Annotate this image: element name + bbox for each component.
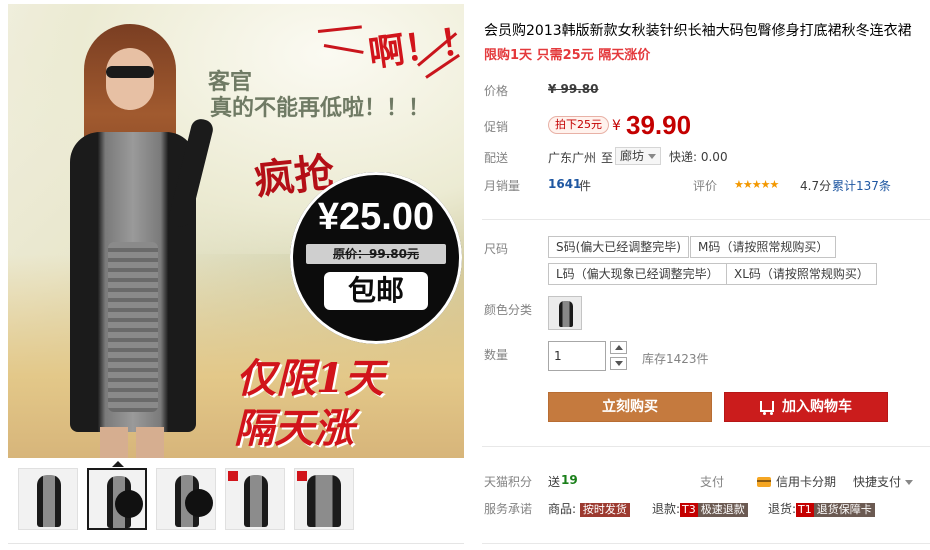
promo-tag: 拍下25元 [548, 116, 609, 134]
model-figure [48, 22, 218, 458]
thumbnail-price-badge [115, 490, 143, 518]
service-goods-badge: 按时发货 [579, 503, 630, 517]
original-price: ¥ 99.80 [548, 82, 599, 96]
size-label: 尺码 [484, 242, 509, 256]
service-goods: 商品: 按时发货 [548, 500, 630, 517]
size-option-xl[interactable]: XL码（请按照常规购买） [726, 263, 877, 285]
buy-now-button[interactable]: 立刻购买 [548, 392, 712, 422]
quantity-label: 数量 [484, 348, 509, 362]
rating-label: 评价 [693, 179, 718, 193]
service-return-label: 退货: [768, 502, 797, 516]
rating-total-link[interactable]: 累计137条 [832, 177, 891, 194]
color-label: 颜色分类 [484, 303, 533, 317]
thumbnail-price-badge [185, 489, 213, 517]
promo-price: ¥25.00 [317, 196, 435, 238]
thumbnail-dress [37, 475, 61, 527]
divider [8, 543, 464, 544]
credit-card-icon [757, 477, 771, 487]
product-detail-panel: 会员购2013韩版新款女秋装针织长袖大码包臀修身打底裙秋冬连衣裙 限购1天 只需… [482, 0, 930, 550]
color-swatch[interactable] [548, 296, 582, 330]
product-subtitle: 限购1天 只需25元 隔天涨价 [484, 48, 651, 63]
size-option-l[interactable]: L码（偏大现象已经调整完毕） [548, 263, 727, 285]
quantity-increase-button[interactable] [610, 341, 627, 354]
thumbnail-3[interactable] [156, 468, 216, 530]
active-thumbnail-indicator [112, 461, 124, 467]
quantity-decrease-button[interactable] [610, 357, 627, 370]
service-refund-code: T3 [680, 503, 698, 517]
service-return-code: T1 [796, 503, 814, 517]
divider [482, 446, 930, 447]
thumbnail-dress [244, 475, 268, 527]
promo-text-price-up: 隔天涨价！！ [234, 405, 354, 452]
promo-text-dijia: 真的不能再低啦！！！ [210, 95, 431, 121]
sales-count: 1641 [548, 177, 582, 191]
thumbnail-strip [18, 468, 458, 532]
rating-score: 4.7分 [800, 179, 832, 193]
swatch-dress [559, 301, 573, 327]
service-label: 服务承诺 [484, 502, 533, 516]
promo-original-price: 原价：99.80元 [306, 244, 446, 264]
thumbnail-tag [228, 471, 238, 481]
payment-label: 支付 [700, 475, 725, 489]
credit-installment-label: 信用卡分期 [776, 475, 837, 489]
quick-pay-label: 快捷支付 [853, 475, 902, 489]
chevron-down-icon [648, 154, 657, 159]
service-refund: 退款: T3 极速退款 [652, 500, 748, 517]
service-refund-badge: 极速退款 [697, 503, 748, 517]
points-label: 天猫积分 [484, 475, 533, 489]
model-face [106, 48, 154, 110]
service-goods-label: 商品: [548, 502, 577, 516]
thumbnail-tag [297, 471, 307, 481]
size-option-s[interactable]: S码(偏大已经调整完毕) [548, 236, 689, 258]
size-option-m[interactable]: M码（请按照常规购买） [690, 236, 837, 258]
express-fee: 快递: 0.00 [669, 150, 728, 164]
currency-symbol: ¥ [612, 118, 621, 134]
product-title: 会员购2013韩版新款女秋装针织长袖大码包臀修身打底裙秋冬连衣裙 [484, 23, 912, 39]
service-refund-label: 退款: [652, 502, 681, 516]
price-label: 价格 [484, 84, 509, 98]
chevron-down-icon [615, 361, 623, 366]
rating-stars: ★★★★★ [734, 178, 779, 191]
sunglasses [106, 66, 154, 78]
thumbnail-1[interactable] [18, 468, 78, 530]
thumbnail-dress [307, 475, 341, 527]
service-return: 退货: T1 退货保障卡 [768, 500, 875, 517]
divider [482, 543, 930, 544]
promo-price-value: 39.90 [626, 110, 692, 140]
chevron-up-icon [615, 345, 623, 350]
ship-from: 广东广州 [548, 151, 597, 165]
quick-pay[interactable]: 快捷支付 [853, 473, 914, 490]
ship-to-select[interactable]: 廊坊 [615, 147, 662, 165]
shipping-label: 配送 [484, 151, 509, 165]
service-return-badge: 退货保障卡 [813, 503, 875, 517]
credit-installment[interactable]: 信用卡分期 [757, 473, 836, 490]
ship-to-value: 廊坊 [620, 149, 645, 163]
divider [482, 219, 930, 220]
thumbnail-2[interactable] [87, 468, 147, 530]
dress [70, 132, 196, 432]
sales-unit: 件 [579, 179, 592, 193]
model-legs [100, 427, 164, 458]
points-prefix: 送 [548, 475, 561, 489]
promo-label: 促销 [484, 120, 509, 134]
promo-price-badge: ¥25.00 原价：99.80元 包邮 [290, 172, 462, 344]
points-value: 19 [561, 473, 578, 487]
main-product-image: 客官 真的不能再低啦！！！ 啊！！ 疯抢 ¥25.00 原价：99.80元 包邮… [8, 4, 464, 458]
add-to-cart-label: 加入购物车 [782, 399, 852, 415]
thumbnail-5[interactable] [294, 468, 354, 530]
quantity-input[interactable]: 1 [548, 341, 606, 371]
cart-icon [760, 401, 774, 415]
chevron-down-icon [905, 480, 914, 485]
add-to-cart-button[interactable]: 加入购物车 [724, 392, 888, 422]
free-shipping-label: 包邮 [324, 272, 428, 310]
stock-count: 库存1423件 [642, 352, 709, 366]
sales-label: 月销量 [484, 179, 521, 193]
thumbnail-4[interactable] [225, 468, 285, 530]
ship-to-label: 至 [601, 151, 614, 165]
